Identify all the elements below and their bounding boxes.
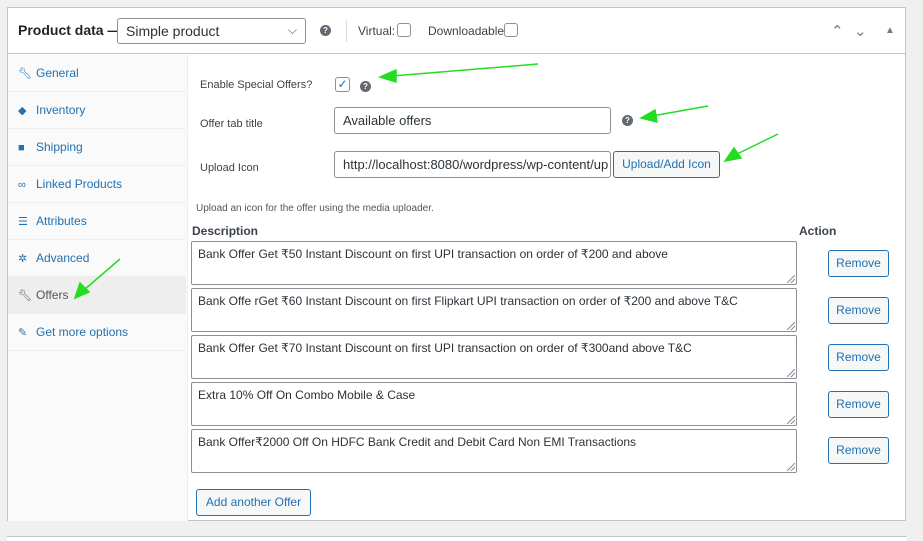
resize-handle-icon[interactable] — [787, 416, 795, 424]
collapse-toggle-icon[interactable]: ▲ — [885, 25, 895, 36]
header-divider — [346, 20, 347, 42]
tab-label: Offers — [36, 288, 69, 302]
wrench-icon: 🔧︎ — [18, 290, 32, 302]
offer-description-text: Bank Offe rGet ₹60 Instant Discount on f… — [198, 294, 738, 308]
resize-handle-icon[interactable] — [787, 275, 795, 283]
offer-description-text: Extra 10% Off On Combo Mobile & Case — [198, 388, 416, 402]
upload-icon-url-input[interactable]: http://localhost:8080/wordpress/wp-conte… — [334, 151, 611, 178]
chevron-up-icon[interactable]: ⌃ — [831, 22, 844, 40]
tab-label: Get more options — [36, 325, 129, 339]
gear-icon: ✲ — [18, 253, 28, 265]
tab-linked-products[interactable]: ∞ Linked Products — [8, 166, 186, 203]
offer-description-text: Bank Offer Get ₹70 Instant Discount on f… — [198, 341, 692, 355]
remove-offer-button[interactable]: Remove — [828, 344, 889, 371]
truck-icon: ■ — [18, 142, 25, 154]
link-icon: ∞ — [18, 179, 26, 191]
upload-help-text: Upload an icon for the offer using the m… — [196, 203, 434, 214]
virtual-label: Virtual: — [358, 24, 396, 38]
downloadable-label: Downloadable: — [428, 24, 508, 38]
upload-add-icon-button[interactable]: Upload/Add Icon — [613, 151, 720, 178]
panel-title: Product data — — [18, 22, 122, 38]
tab-label: Linked Products — [36, 177, 123, 191]
product-data-tabs: 🔧︎ General ◆ Inventory ■ Shipping ∞ Linked P… — [8, 55, 188, 521]
list-icon: ☰ — [18, 216, 28, 228]
remove-offer-button[interactable]: Remove — [828, 250, 889, 277]
plugin-icon: ✎ — [18, 327, 28, 339]
offer-description-textarea[interactable]: Extra 10% Off On Combo Mobile & Case — [191, 382, 797, 426]
resize-handle-icon[interactable] — [787, 463, 795, 471]
tab-attributes[interactable]: ☰ Attributes — [8, 203, 186, 240]
resize-handle-icon[interactable] — [787, 322, 795, 330]
product-type-select[interactable]: Simple product ⌵ — [117, 18, 306, 44]
offer-description-textarea[interactable]: Bank Offe rGet ₹60 Instant Discount on f… — [191, 288, 797, 332]
tab-advanced[interactable]: ✲ Advanced — [8, 240, 186, 277]
help-icon[interactable]: ? — [320, 25, 331, 36]
wrench-icon: 🔧︎ — [18, 68, 32, 80]
enable-offers-label: Enable Special Offers? — [200, 79, 313, 91]
product-type-value: Simple product — [126, 23, 220, 39]
tab-label: General — [36, 66, 79, 80]
tab-get-more-options[interactable]: ✎ Get more options — [8, 314, 186, 351]
downloadable-checkbox[interactable] — [504, 23, 518, 37]
remove-offer-button[interactable]: Remove — [828, 297, 889, 324]
offer-description-textarea[interactable]: Bank Offer Get ₹50 Instant Discount on f… — [191, 241, 797, 285]
panel-header: Product data — Simple product ⌵ ? Virtua… — [8, 8, 905, 54]
tab-label: Inventory — [36, 103, 86, 117]
chevron-down-icon[interactable]: ⌄ — [854, 22, 867, 40]
offer-tab-title-input[interactable]: Available offers — [334, 107, 611, 134]
offer-description-textarea[interactable]: Bank Offer Get ₹70 Instant Discount on f… — [191, 335, 797, 379]
offer-tab-title-label: Offer tab title — [200, 118, 263, 130]
description-column-header: Description — [192, 224, 259, 238]
offer-description-text: Bank Offer₹2000 Off On HDFC Bank Credit … — [198, 435, 637, 449]
offers-panel: Enable Special Offers? ✓ ? Offer tab tit… — [189, 55, 905, 521]
offer-description-textarea[interactable]: Bank Offer₹2000 Off On HDFC Bank Credit … — [191, 429, 797, 473]
tab-inventory[interactable]: ◆ Inventory — [8, 92, 186, 129]
enable-offers-checkbox[interactable]: ✓ — [335, 77, 350, 92]
virtual-checkbox[interactable] — [397, 23, 411, 37]
tab-general[interactable]: 🔧︎ General — [8, 55, 186, 92]
chevron-down-icon: ⌵ — [287, 23, 297, 37]
tab-label: Shipping — [36, 140, 83, 154]
tag-icon: ◆ — [18, 105, 27, 117]
tab-label: Attributes — [36, 214, 87, 228]
add-another-offer-button[interactable]: Add another Offer — [196, 489, 311, 516]
next-panel-edge — [7, 536, 906, 541]
offer-description-text: Bank Offer Get ₹50 Instant Discount on f… — [198, 247, 668, 261]
action-column-header: Action — [799, 224, 837, 238]
tab-offers[interactable]: 🔧︎ Offers — [8, 277, 186, 314]
help-icon[interactable]: ? — [360, 81, 371, 92]
help-icon[interactable]: ? — [622, 115, 633, 126]
resize-handle-icon[interactable] — [787, 369, 795, 377]
remove-offer-button[interactable]: Remove — [828, 437, 889, 464]
upload-icon-label: Upload Icon — [200, 162, 259, 174]
remove-offer-button[interactable]: Remove — [828, 391, 889, 418]
product-data-panel: Product data — Simple product ⌵ ? Virtua… — [7, 7, 906, 521]
tab-label: Advanced — [36, 251, 90, 265]
tab-shipping[interactable]: ■ Shipping — [8, 129, 186, 166]
